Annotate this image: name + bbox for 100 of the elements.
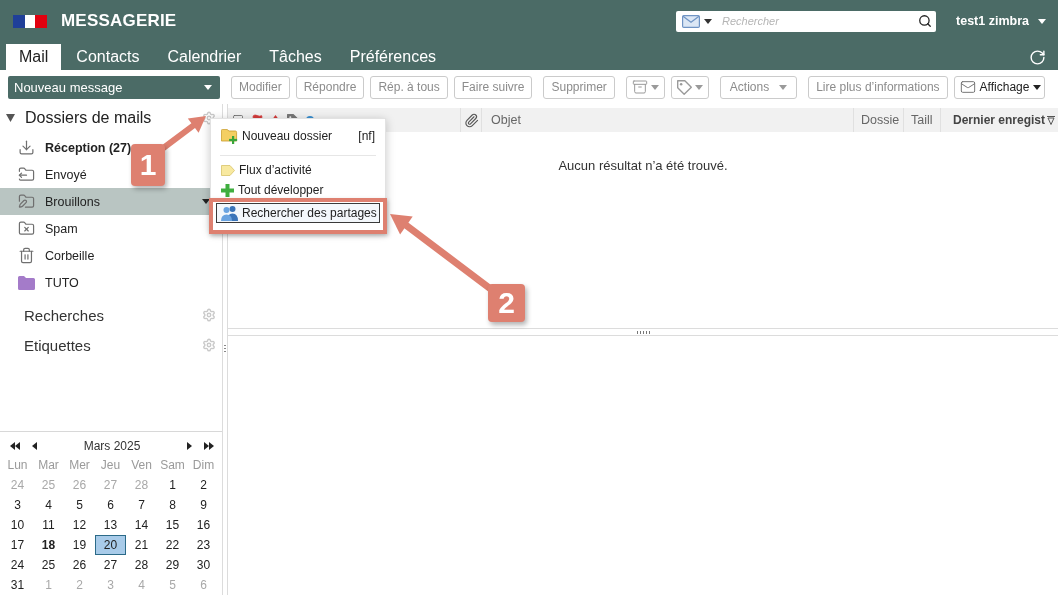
envelope-icon[interactable]	[682, 14, 701, 28]
column-header[interactable]: Taill	[903, 108, 940, 132]
calendar-day[interactable]: 13	[95, 515, 126, 535]
folder-label: Envoyé	[45, 167, 87, 182]
flag-icon	[13, 14, 47, 28]
weekday-label: Jeu	[99, 457, 122, 474]
weekday-label: Lun	[6, 457, 29, 474]
weekday-label: Dim	[191, 457, 216, 474]
caret-icon	[704, 18, 713, 24]
caret-icon	[1033, 84, 1042, 90]
step-callout: 2	[488, 284, 525, 322]
folder-label: Corbeille	[45, 248, 95, 263]
sort-icon	[1047, 115, 1056, 125]
tag-icon	[676, 79, 692, 95]
calendar-day[interactable]: 26	[64, 555, 95, 575]
calendar-day[interactable]: 8	[157, 495, 188, 515]
calendar-day[interactable]: 7	[126, 495, 157, 515]
expand-triangle-icon[interactable]	[6, 114, 15, 122]
calendar-day[interactable]: 19	[64, 535, 95, 555]
calendar-day[interactable]: 1	[157, 475, 188, 495]
calendar-day[interactable]: 22	[157, 535, 188, 555]
arrow-icon	[187, 442, 192, 450]
caret-icon	[202, 199, 210, 204]
refresh-icon[interactable]	[1029, 48, 1046, 66]
calendar-day[interactable]: 5	[64, 495, 95, 515]
nav-tab[interactable]: Préférences	[336, 44, 450, 70]
calendar-day[interactable]: 18	[33, 535, 64, 555]
calendar-day[interactable]: 23	[188, 535, 219, 555]
folder-item[interactable]: Corbeille	[0, 242, 222, 269]
folder-label: TUTO	[45, 275, 79, 290]
folder-pencil-icon	[18, 193, 35, 210]
double-arrow-icon	[204, 442, 214, 450]
nav-tab[interactable]: Tâches	[256, 44, 335, 70]
menu-item[interactable]: Flux d’activité	[216, 160, 380, 180]
calendar-day[interactable]: 17	[2, 535, 33, 555]
column-header[interactable]: Objet	[482, 108, 853, 132]
calendar-day[interactable]: 20	[95, 535, 126, 555]
weekday-label: Mar	[37, 457, 60, 474]
calendar-month: Mars 2025	[82, 439, 142, 453]
folder-x-icon	[18, 220, 35, 237]
weekday-label: Mer	[68, 457, 91, 474]
view-button[interactable]: Affichage	[953, 75, 1046, 99]
menu-item[interactable]: Rechercher des partages	[216, 203, 380, 223]
caret-icon	[779, 84, 788, 90]
tray-arrow-icon	[18, 139, 35, 156]
paperclip-icon	[463, 112, 479, 128]
calendar-day[interactable]: 9	[188, 495, 219, 515]
calendar-day[interactable]: 10	[2, 515, 33, 535]
column-header[interactable]: Dossie	[853, 108, 903, 132]
search-icon[interactable]	[918, 14, 933, 28]
caret-icon	[1038, 18, 1046, 24]
folder-item[interactable]: TUTO	[0, 269, 222, 296]
nav-tab[interactable]: Mail	[6, 44, 62, 70]
section-title[interactable]: Recherches	[24, 306, 105, 324]
calendar-day[interactable]: 27	[95, 555, 126, 575]
nav-tab[interactable]: Contacts	[63, 44, 153, 70]
calendar-day[interactable]: 31	[2, 575, 33, 595]
folder-label: Brouillons	[45, 194, 100, 209]
empty-message: Aucun résultat n’a été trouvé.	[558, 158, 728, 174]
people-icon	[221, 205, 238, 221]
menu-item[interactable]: Nouveau dossier [nf]	[216, 126, 380, 146]
caret-icon	[204, 84, 212, 90]
calendar-day[interactable]: 4	[33, 495, 64, 515]
folder-label: Spam	[45, 221, 78, 236]
calendar-day[interactable]: 28	[126, 555, 157, 575]
calendar-day[interactable]: 6	[95, 495, 126, 515]
app-title: MESSAGERIE	[61, 11, 177, 31]
nav-tab[interactable]: Calendrier	[154, 44, 255, 70]
section-title[interactable]: Etiquettes	[24, 336, 91, 354]
calendar-day[interactable]: 29	[157, 555, 188, 575]
calendar-day[interactable]: 30	[188, 555, 219, 575]
folder-plus-icon	[221, 128, 238, 144]
search-field[interactable]: Rechercher	[676, 10, 937, 32]
folder-arrow-icon	[18, 166, 35, 183]
calendar-day[interactable]: 2	[188, 475, 219, 495]
plus-icon	[221, 183, 234, 197]
envelope-icon	[959, 79, 976, 95]
calendar-day[interactable]: 11	[33, 515, 64, 535]
settings-icon[interactable]	[202, 338, 216, 352]
grip-icon[interactable]	[636, 330, 650, 334]
calendar-day[interactable]: 12	[64, 515, 95, 535]
new-message-button[interactable]: Nouveau message	[8, 75, 220, 99]
arrow-icon	[32, 442, 37, 450]
caret-icon	[694, 84, 703, 90]
label-icon	[221, 164, 235, 176]
user-menu[interactable]: test1 zimbra	[956, 14, 1046, 28]
column-header[interactable]: Dernier enregist	[940, 108, 1058, 132]
calendar-day[interactable]: 15	[157, 515, 188, 535]
calendar-day[interactable]: 25	[33, 555, 64, 575]
settings-icon[interactable]	[202, 308, 216, 322]
calendar-day[interactable]: 21	[126, 535, 157, 555]
search-input[interactable]: Rechercher	[716, 12, 915, 30]
trash-icon	[18, 247, 35, 264]
calendar-day[interactable]: 3	[2, 495, 33, 515]
calendar-day[interactable]: 14	[126, 515, 157, 535]
caret-icon	[650, 84, 659, 90]
double-arrow-icon	[10, 442, 20, 450]
weekday-label: Ven	[130, 457, 153, 474]
calendar-day[interactable]: 16	[188, 515, 219, 535]
calendar-day[interactable]: 24	[2, 555, 33, 575]
